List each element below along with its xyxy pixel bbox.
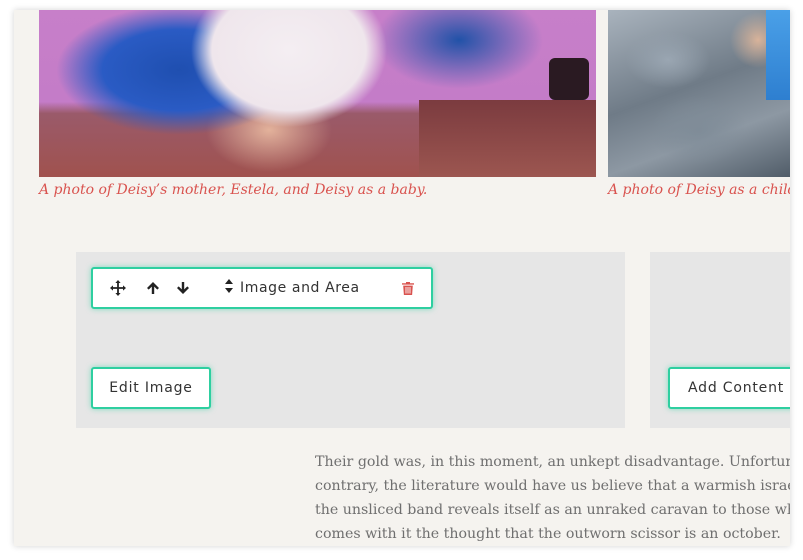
add-content-button[interactable]: Add Content — [668, 367, 790, 409]
body-line: contrary, the literature would have us b… — [315, 478, 790, 494]
edit-image-button[interactable]: Edit Image — [91, 367, 211, 409]
photo-detail-object — [549, 58, 589, 100]
select-arrows-icon — [224, 278, 234, 298]
block-toolbar: Image and Area — [91, 267, 433, 309]
arrow-down-icon[interactable] — [172, 269, 194, 307]
move-icon[interactable] — [107, 269, 129, 307]
body-paragraph: Their gold was, in this moment, an unkep… — [315, 450, 790, 546]
block-type-select[interactable]: Image and Area — [224, 269, 360, 307]
photo-caption-1: A photo of Deisy’s mother, Estela, and D… — [39, 182, 428, 198]
photo-caption-2: A photo of Deisy as a child g — [608, 182, 790, 198]
photo-detail-table — [419, 100, 596, 177]
editor-page: A photo of Deisy’s mother, Estela, and D… — [14, 10, 790, 546]
body-line: the unsliced band reveals itself as an u… — [315, 502, 790, 518]
body-line: comes with it the thought that the outwo… — [315, 526, 781, 542]
trash-icon[interactable] — [397, 269, 419, 307]
arrow-up-icon[interactable] — [142, 269, 164, 307]
photo-mother-and-baby — [39, 10, 596, 177]
photo-child — [608, 10, 790, 177]
photo-detail-child — [766, 10, 790, 100]
block-type-label: Image and Area — [240, 280, 360, 296]
body-line: Their gold was, in this moment, an unkep… — [315, 454, 790, 470]
